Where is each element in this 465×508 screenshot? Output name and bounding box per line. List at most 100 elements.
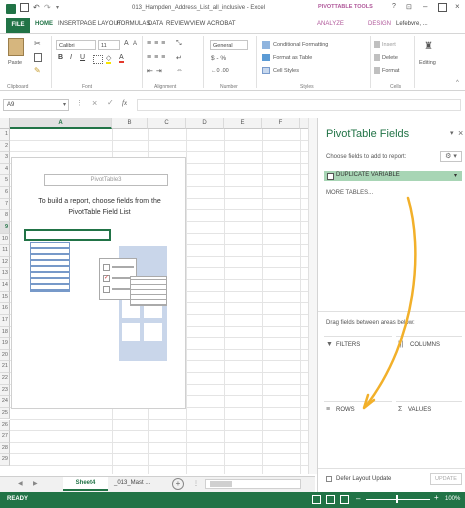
row-header-29[interactable]: 29 — [0, 454, 10, 466]
column-header-b[interactable]: B — [112, 118, 148, 129]
sheet-tab-013-mast[interactable]: _013_Mast ... — [114, 480, 150, 486]
merge-center-icon[interactable]: ⇔ — [176, 67, 183, 74]
user-name[interactable]: Lefebvre, ... — [396, 21, 428, 27]
close-icon[interactable]: × — [455, 2, 460, 11]
tab-acrobat[interactable]: ACROBAT — [207, 21, 236, 27]
worksheet-grid[interactable]: A B C D E F PivotTable3 To build a repor… — [0, 118, 315, 474]
font-size-combo[interactable]: 11 — [98, 40, 120, 50]
vertical-scrollbar[interactable] — [308, 118, 317, 474]
row-header-5[interactable]: 5 — [0, 175, 10, 188]
row-header-23[interactable]: 23 — [0, 384, 10, 397]
pivottable-placeholder[interactable]: PivotTable3 To build a report, choose fi… — [11, 157, 186, 409]
normal-view-icon[interactable] — [312, 495, 321, 504]
row-header-17[interactable]: 17 — [0, 314, 10, 327]
row-header-26[interactable]: 26 — [0, 419, 10, 432]
row-header-10[interactable]: 10 — [0, 233, 10, 246]
row-header-8[interactable]: 8 — [0, 210, 10, 222]
confirm-entry-icon[interactable]: ✓ — [107, 98, 114, 107]
selected-cell-a9[interactable] — [24, 229, 111, 241]
column-header-a[interactable]: A — [10, 118, 112, 129]
row-header-14[interactable]: 14 — [0, 280, 10, 292]
row-header-18[interactable]: 18 — [0, 326, 10, 339]
row-header-7[interactable]: 7 — [0, 198, 10, 211]
row-header-3[interactable]: 3 — [0, 152, 10, 164]
font-name-combo[interactable]: Calibri — [56, 40, 96, 50]
tab-view[interactable]: VIEW — [190, 21, 205, 27]
redo-icon[interactable]: ↷ — [44, 3, 51, 12]
column-header-d[interactable]: D — [186, 118, 224, 129]
column-header-f[interactable]: F — [262, 118, 300, 129]
row-header-20[interactable]: 20 — [0, 349, 10, 362]
decimal-icons[interactable]: ←0 .00 — [211, 68, 229, 74]
row-header-4[interactable]: 4 — [0, 163, 10, 176]
cut-icon[interactable]: ✂ — [34, 39, 41, 48]
fill-color-icon[interactable]: ◇ — [106, 54, 112, 64]
tab-review[interactable]: REVIEW — [166, 21, 190, 27]
ribbon-options-icon[interactable]: ⊡ — [406, 3, 412, 11]
row-header-2[interactable]: 2 — [0, 140, 10, 153]
page-break-view-icon[interactable] — [340, 495, 349, 504]
tab-file[interactable]: FILE — [6, 18, 30, 33]
quick-access-dropdown-icon[interactable]: ▾ — [56, 4, 59, 11]
paste-label[interactable]: Paste — [8, 60, 22, 66]
shrink-font-icon[interactable]: A — [133, 41, 137, 47]
add-sheet-button[interactable]: + — [172, 478, 184, 490]
conditional-formatting-button[interactable]: Conditional Formatting — [273, 42, 328, 48]
insert-icon[interactable] — [374, 41, 380, 48]
row-header-15[interactable]: 15 — [0, 291, 10, 304]
scroll-sheets-left-icon[interactable]: ◀ — [18, 480, 23, 487]
horizontal-scroll-thumb[interactable] — [210, 481, 232, 487]
row-header-1[interactable]: 1 — [0, 129, 10, 141]
insert-button[interactable]: Insert — [382, 42, 396, 48]
indent-icons[interactable]: ⇤⇥ — [147, 67, 165, 75]
format-icon[interactable] — [374, 67, 380, 74]
insert-function-icon[interactable]: fx — [122, 99, 127, 107]
delete-icon[interactable] — [374, 54, 380, 61]
cancel-entry-icon[interactable]: × — [92, 98, 97, 108]
bold-icon[interactable]: B — [58, 54, 63, 61]
row-header-28[interactable]: 28 — [0, 442, 10, 455]
format-painter-icon[interactable]: ✎ — [34, 66, 41, 75]
select-all-corner[interactable] — [0, 118, 10, 129]
cell-styles-button[interactable]: Cell Styles — [273, 68, 299, 74]
tab-home[interactable]: HOME — [35, 21, 53, 27]
editing-button[interactable]: Editing — [419, 60, 436, 66]
sheet-tab-sheet4[interactable]: Sheet4 — [63, 477, 108, 491]
borders-icon[interactable] — [93, 55, 103, 64]
formula-input[interactable] — [137, 99, 461, 111]
top-align-icons[interactable]: ≡≡≡ — [147, 40, 168, 47]
format-as-table-button[interactable]: Format as Table — [273, 55, 312, 61]
delete-button[interactable]: Delete — [382, 55, 398, 61]
format-as-table-icon[interactable] — [262, 54, 270, 61]
grow-font-icon[interactable]: A — [124, 40, 129, 47]
name-box[interactable]: A9 ▾ — [3, 99, 69, 111]
underline-icon[interactable]: U — [80, 54, 85, 61]
name-box-dropdown-icon[interactable]: ▾ — [63, 100, 66, 111]
number-symbols[interactable]: $ - % — [211, 55, 226, 62]
tab-formulas[interactable]: FORMULAS — [117, 21, 150, 27]
zoom-slider[interactable] — [366, 499, 430, 500]
row-header-16[interactable]: 16 — [0, 303, 10, 315]
number-format-combo[interactable]: General — [210, 40, 248, 50]
italic-icon[interactable]: I — [70, 54, 72, 61]
format-button[interactable]: Format — [382, 68, 399, 74]
conditional-formatting-icon[interactable] — [262, 41, 270, 49]
row-header-9[interactable]: 9 — [0, 221, 10, 234]
collapse-ribbon-icon[interactable]: ^ — [456, 80, 459, 86]
copy-icon[interactable] — [34, 53, 42, 62]
paste-icon[interactable] — [8, 38, 24, 56]
row-header-12[interactable]: 12 — [0, 256, 10, 269]
save-icon[interactable] — [20, 3, 29, 12]
row-header-11[interactable]: 11 — [0, 245, 10, 257]
zoom-out-icon[interactable]: – — [356, 494, 360, 503]
row-header-19[interactable]: 19 — [0, 338, 10, 350]
column-header-c[interactable]: C — [148, 118, 186, 129]
tab-design[interactable]: DESIGN — [368, 21, 391, 27]
tab-data[interactable]: DATA — [148, 21, 163, 27]
row-header-27[interactable]: 27 — [0, 431, 10, 443]
zoom-level[interactable]: 100% — [445, 496, 460, 502]
font-color-icon[interactable]: A — [119, 54, 124, 63]
row-header-13[interactable]: 13 — [0, 268, 10, 281]
minimize-icon[interactable]: – — [423, 2, 427, 11]
horizontal-scrollbar[interactable] — [205, 479, 301, 489]
